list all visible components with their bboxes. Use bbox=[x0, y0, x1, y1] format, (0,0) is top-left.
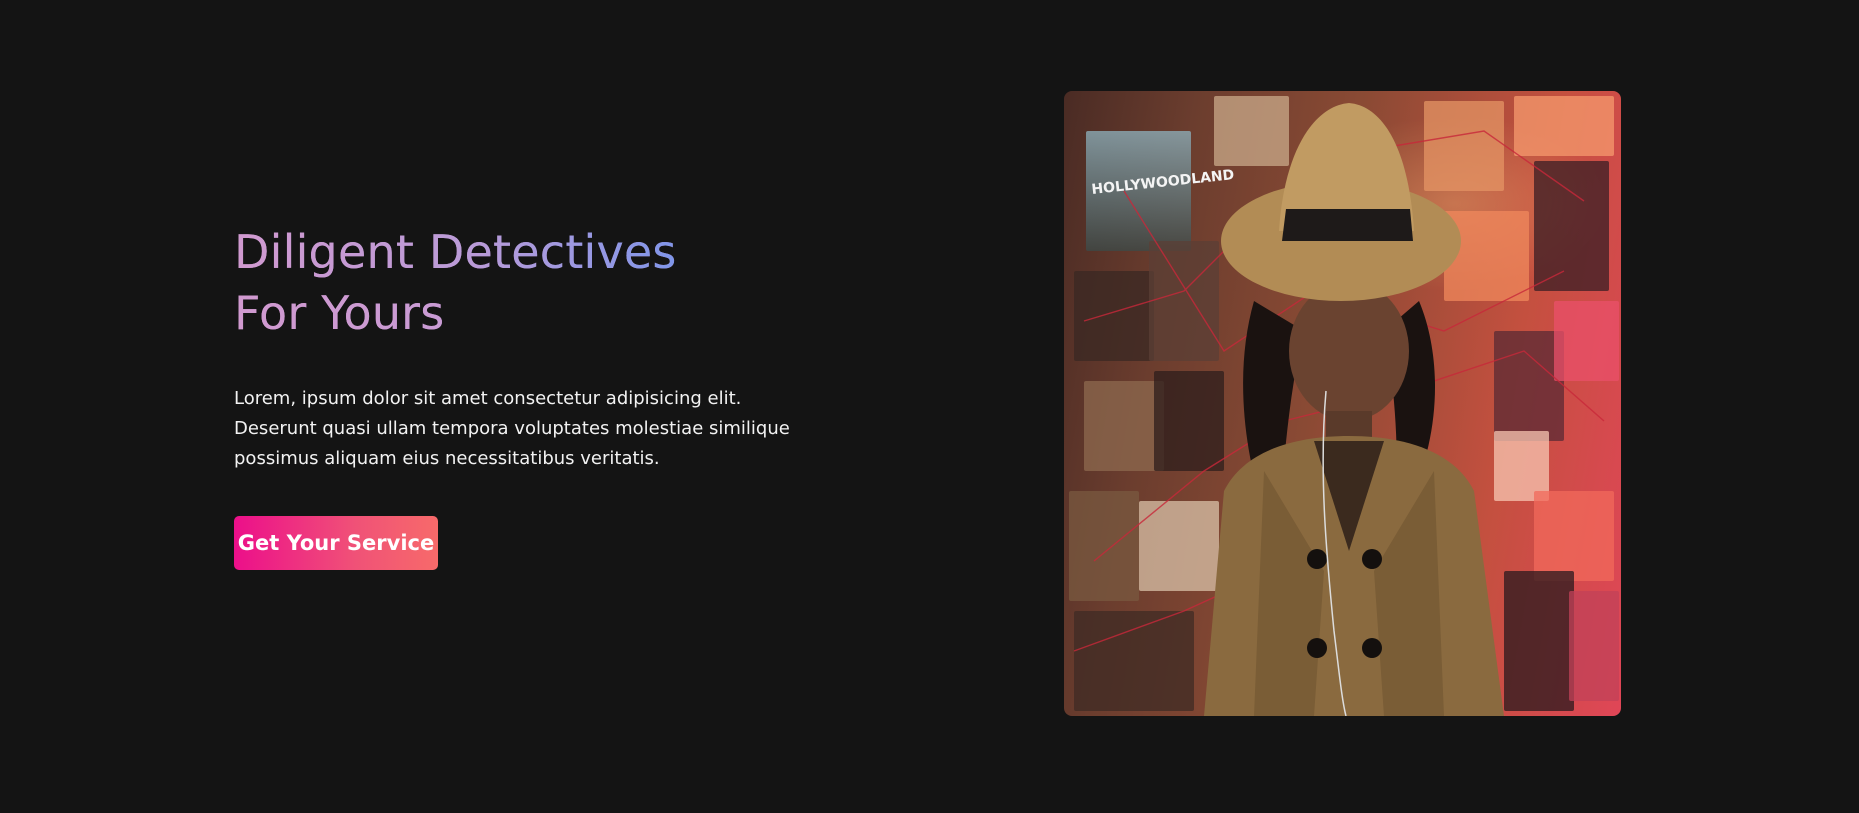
hollywood-sign-text: HOLLYWOODLAND bbox=[1091, 167, 1235, 198]
hero-title: Diligent Detectives For Yours bbox=[234, 222, 834, 344]
hero-title-line-1: Diligent Detectives bbox=[234, 222, 677, 283]
hero-section: Diligent Detectives For Yours Lorem, ips… bbox=[0, 0, 1859, 813]
hero-description: Lorem, ipsum dolor sit amet consectetur … bbox=[234, 388, 790, 469]
get-service-button[interactable]: Get Your Service bbox=[234, 516, 438, 570]
detective-hero-image: HOLLYWOODLAND bbox=[1064, 91, 1621, 716]
hero-text-block: Diligent Detectives For Yours Lorem, ips… bbox=[234, 222, 834, 570]
hero-title-line-2: For Yours bbox=[234, 283, 444, 344]
detective-figure: HOLLYWOODLAND bbox=[1073, 103, 1605, 716]
